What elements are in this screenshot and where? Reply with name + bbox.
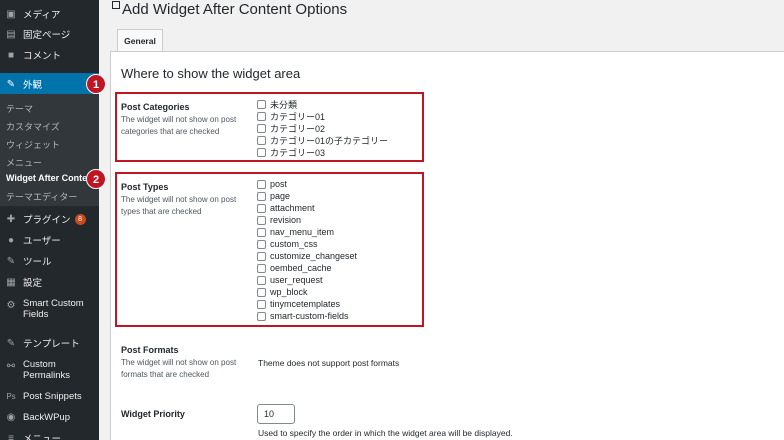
template-icon: ✎ — [6, 337, 16, 349]
checkbox-box[interactable] — [257, 251, 266, 261]
post-type-checkbox[interactable]: post — [257, 178, 287, 190]
post-type-checkbox[interactable]: attachment — [257, 202, 315, 214]
checkbox-box[interactable] — [257, 227, 266, 237]
submenu-item-themes[interactable]: テーマ — [6, 102, 33, 115]
category-checkbox[interactable]: カテゴリー03 — [257, 146, 325, 158]
submenu-item-theme-editor[interactable]: テーマエディター — [6, 190, 77, 203]
checkbox-box[interactable] — [257, 239, 266, 249]
menu-icon: ≡ — [8, 432, 14, 440]
post-type-checkbox[interactable]: wp_block — [257, 286, 308, 298]
annotation-marker-2: 2 — [86, 169, 106, 189]
checkbox-box[interactable] — [257, 203, 266, 213]
checkbox-box[interactable] — [257, 275, 266, 285]
submenu-item-customize[interactable]: カスタマイズ — [6, 120, 60, 133]
gear-icon: ⚙ — [6, 299, 16, 311]
submenu-item-widgets[interactable]: ウィジェット — [6, 138, 60, 151]
post-categories-title: Post Categories — [121, 102, 190, 112]
sidebar-item-custom-permalinks[interactable]: ⚯ Custom Permalinks — [0, 355, 99, 383]
category-checkbox[interactable]: カテゴリー02 — [257, 122, 325, 134]
post-type-checkbox[interactable]: user_request — [257, 274, 323, 286]
checkbox-box[interactable] — [257, 287, 266, 297]
post-type-checkbox[interactable]: oembed_cache — [257, 262, 332, 274]
widget-priority-title: Widget Priority — [121, 409, 185, 419]
sidebar-item-settings[interactable]: ▦ 設定 — [0, 272, 99, 292]
admin-sidebar: ▣ メディア ▤ 固定ページ ■ コメント ✎ 外観 テーマ カスタマイズ ウィ… — [0, 0, 99, 440]
sidebar-item-appearance[interactable]: ✎ 外観 — [0, 73, 99, 95]
post-type-checkbox[interactable]: page — [257, 190, 290, 202]
widget-priority-help: Used to specify the order in which the w… — [258, 428, 513, 438]
category-checkbox[interactable]: カテゴリー01の子カテゴリー — [257, 134, 388, 146]
submenu-item-widget-after-content[interactable]: Widget After Content — [6, 173, 96, 183]
plugin-update-badge: 8 — [74, 213, 86, 225]
post-type-checkbox[interactable]: customize_changeset — [257, 250, 357, 262]
backwpup-icon: ◉ — [6, 411, 16, 423]
post-types-title: Post Types — [121, 182, 169, 192]
users-icon: ● — [7, 234, 15, 246]
widget-priority-input[interactable]: 10 — [257, 404, 295, 424]
post-formats-message: Theme does not support post formats — [258, 358, 400, 368]
pages-icon: ▤ — [6, 28, 16, 40]
appearance-submenu: テーマ カスタマイズ ウィジェット メニュー Widget After Cont… — [0, 94, 99, 206]
tools-icon: ✎ — [6, 255, 16, 267]
page-title: Add Widget After Content Options — [112, 1, 347, 18]
post-type-checkbox[interactable]: revision — [257, 214, 301, 226]
sidebar-item-tools[interactable]: ✎ ツール — [0, 251, 99, 271]
checkbox-box[interactable] — [257, 299, 266, 309]
checkbox-box[interactable] — [257, 135, 266, 145]
sidebar-item-menu-more[interactable]: ≡ メニュー… — [0, 428, 99, 440]
checkbox-box[interactable] — [257, 123, 266, 133]
sidebar-item-comments[interactable]: ■ コメント — [0, 45, 99, 65]
sidebar-item-users[interactable]: ● ユーザー — [0, 230, 99, 250]
section-title: Where to show the widget area — [121, 66, 301, 81]
category-checkbox[interactable]: カテゴリー01 — [257, 110, 325, 122]
annotation-marker-1: 1 — [86, 74, 106, 94]
checkbox-box[interactable] — [257, 191, 266, 201]
sidebar-item-template[interactable]: ✎ テンプレート — [0, 333, 99, 353]
sidebar-item-plugins[interactable]: ✚ プラグイン 8 — [0, 209, 99, 229]
ps-icon: Ps — [6, 391, 16, 401]
checkbox-box[interactable] — [257, 147, 266, 157]
comments-icon: ■ — [7, 49, 15, 61]
checkbox-box[interactable] — [257, 311, 266, 321]
submenu-item-menus[interactable]: メニュー — [6, 156, 42, 169]
sidebar-item-post-snippets[interactable]: Ps Post Snippets — [0, 386, 99, 406]
post-type-checkbox[interactable]: nav_menu_item — [257, 226, 334, 238]
sidebar-item-media[interactable]: ▣ メディア — [0, 4, 99, 24]
post-type-checkbox[interactable]: custom_css — [257, 238, 318, 250]
checkbox-box[interactable] — [257, 99, 266, 109]
link-icon: ⚯ — [6, 360, 16, 372]
checkbox-box[interactable] — [257, 111, 266, 121]
post-types-description: The widget will not show on post types t… — [121, 195, 237, 216]
widget-icon — [112, 1, 120, 9]
sidebar-item-pages[interactable]: ▤ 固定ページ — [0, 24, 99, 44]
settings-icon: ▦ — [6, 276, 16, 288]
post-type-checkbox[interactable]: smart-custom-fields — [257, 310, 349, 322]
post-type-checkbox[interactable]: tinymcetemplates — [257, 298, 340, 310]
media-icon: ▣ — [6, 8, 16, 20]
checkbox-box[interactable] — [257, 215, 266, 225]
tab-general[interactable]: General — [117, 29, 163, 51]
sidebar-item-backwpup[interactable]: ◉ BackWPup — [0, 407, 99, 427]
plugins-icon: ✚ — [6, 213, 16, 225]
post-categories-description: The widget will not show on post categor… — [121, 115, 237, 136]
post-formats-title: Post Formats — [121, 345, 179, 355]
checkbox-box[interactable] — [257, 179, 266, 189]
post-formats-description: The widget will not show on post formats… — [121, 358, 237, 379]
checkbox-box[interactable] — [257, 263, 266, 273]
sidebar-item-smart-custom-fields[interactable]: ⚙ Smart Custom Fields — [0, 294, 99, 322]
appearance-icon: ✎ — [6, 78, 16, 90]
category-checkbox[interactable]: 未分類 — [257, 98, 297, 110]
